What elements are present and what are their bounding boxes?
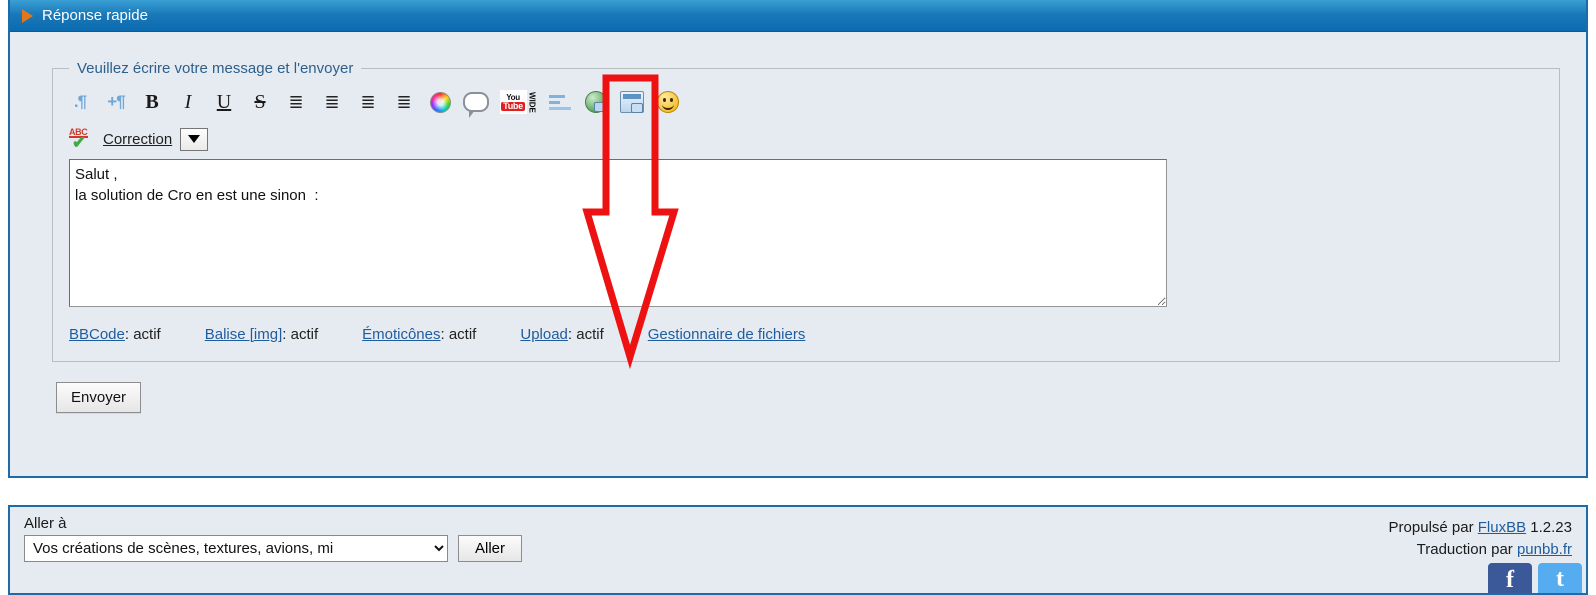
page-title: Réponse rapide [42,7,148,24]
youtube-icon[interactable]: You Tube WIDE [499,89,537,115]
submit-button[interactable]: Envoyer [56,382,142,413]
powered-prefix: Propulsé par [1388,519,1478,536]
reply-form-fieldset: Veuillez écrire votre message et l'envoy… [52,60,1560,362]
message-input[interactable] [69,159,1167,307]
indent-icon[interactable]: +¶ [103,89,129,115]
chevron-down-icon [188,135,201,143]
editor-status-links: BBCode: actif Balise [img]: actif Émotic… [53,312,1559,343]
bbcode-status: BBCode: actif [69,326,161,343]
bbcode-link[interactable]: BBCode [69,326,125,343]
submit-row: Envoyer [10,362,1586,413]
quick-reply-panel: Réponse rapide Veuillez écrire votre mes… [8,0,1588,478]
strikethrough-icon[interactable]: S [247,89,273,115]
upload-status: Upload: actif [520,326,603,343]
panel-header: Réponse rapide [10,0,1586,32]
goto-row: Vos créations de scènes, textures, avion… [24,535,523,562]
italic-icon[interactable]: I [175,89,201,115]
message-area-wrap [53,159,1559,312]
panel-body: Veuillez écrire votre message et l'envoy… [10,60,1586,413]
smilies-status-text: : actif [440,326,477,343]
facebook-icon[interactable] [1488,563,1532,593]
play-triangle-icon [22,8,33,23]
align-center-icon[interactable]: ≣ [319,89,345,115]
bold-icon[interactable]: B [139,89,165,115]
editor-toolbar: .¶ +¶ B I U S ≣ ≣ ≣ ≣ You Tube WIDE [53,77,1559,123]
outdent-icon[interactable]: .¶ [67,89,93,115]
abc-spellcheck-icon: ABC ✔ [69,127,95,151]
link-icon[interactable] [583,89,609,115]
bbcode-status-text: : actif [124,326,161,343]
image-icon[interactable] [619,89,645,115]
align-justify-icon[interactable]: ≣ [391,89,417,115]
translation-line: Traduction par punbb.fr [1389,539,1572,561]
spellcheck-row: ABC ✔ Correction [53,123,1559,159]
img-tag-link[interactable]: Balise [img] [205,326,283,343]
text-color-icon[interactable] [427,89,453,115]
goto-block: Aller à Vos créations de scènes, texture… [24,515,523,593]
goto-button[interactable]: Aller [458,535,523,562]
fluxbb-link[interactable]: FluxBB [1478,519,1526,536]
smiley-icon[interactable] [655,89,681,115]
align-left-icon[interactable]: ≣ [283,89,309,115]
powered-by-line: Propulsé par FluxBB 1.2.23 [1389,517,1572,539]
upload-link[interactable]: Upload [520,326,568,343]
check-mark-icon: ✔ [72,133,87,152]
screenshot-root: Réponse rapide Veuillez écrire votre mes… [0,0,1596,595]
smilies-link[interactable]: Émoticônes [362,326,440,343]
upload-status-text: : actif [567,326,604,343]
punbb-link[interactable]: punbb.fr [1517,541,1572,558]
underline-icon[interactable]: U [211,89,237,115]
list-icon[interactable] [547,89,573,115]
goto-label: Aller à [24,515,67,532]
form-legend: Veuillez écrire votre message et l'envoy… [77,60,354,77]
footer-panel: Aller à Vos créations de scènes, texture… [8,505,1588,595]
file-manager-link[interactable]: Gestionnaire de fichiers [648,326,806,343]
correction-link[interactable]: Correction [103,131,172,148]
smilies-status: Émoticônes: actif [362,326,476,343]
fluxbb-version: 1.2.23 [1526,519,1572,536]
align-right-icon[interactable]: ≣ [355,89,381,115]
img-tag-status: Balise [img]: actif [205,326,318,343]
spellcheck-dropdown[interactable] [180,127,209,151]
translation-prefix: Traduction par [1416,541,1517,558]
img-tag-status-text: : actif [282,326,319,343]
forum-select[interactable]: Vos créations de scènes, textures, avion… [24,535,448,562]
quote-icon[interactable] [463,89,489,118]
twitter-icon[interactable] [1538,563,1582,593]
file-manager-status: Gestionnaire de fichiers [648,326,806,343]
social-links [1488,563,1582,593]
